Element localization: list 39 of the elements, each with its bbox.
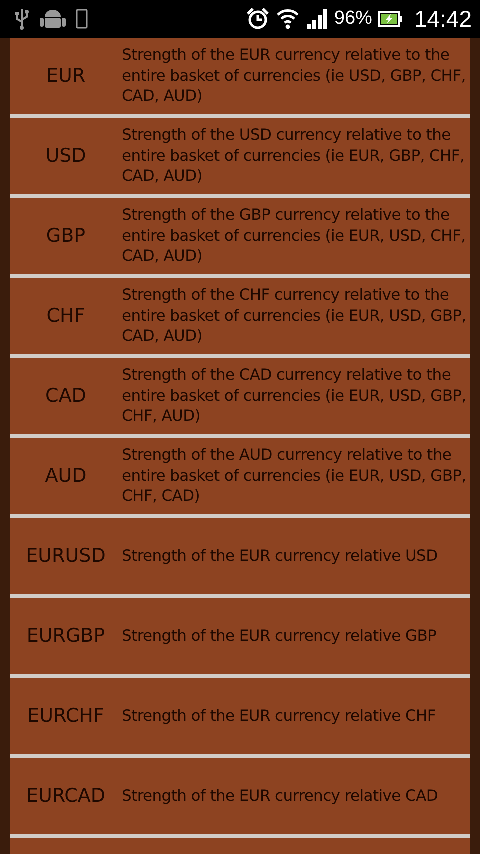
- currency-list-item[interactable]: EUR Strength of the EUR currency relative to the entire basket of currencies (ie USD, GBP, CHF, CAD, AUD): [10, 38, 470, 114]
- currency-description: Strength of the EUR currency relative GBP: [122, 626, 438, 646]
- currency-code: AUD: [44, 465, 88, 487]
- currency-list-item[interactable]: EURCAD Strength of the EUR currency relative CAD: [10, 758, 470, 834]
- currency-list-item[interactable]: EURUSD Strength of the EUR currency relative USD: [10, 518, 470, 594]
- phone-icon: [76, 9, 88, 29]
- currency-code: EURUSD: [25, 545, 107, 567]
- currency-code: EUR: [45, 65, 87, 87]
- currency-description: Strength of the USD currency relative to the entire basket of currencies (ie EUR, GBP, CHF, CAD, AUD): [122, 125, 466, 187]
- currency-description: Strength of the AUD currency relative to the entire basket of currencies (ie EUR, USD, GBP, CHF, CAD): [122, 445, 468, 507]
- currency-description: Strength of the EUR currency relative to the entire basket of currencies (ie USD, GBP, CHF, CAD, AUD): [122, 45, 467, 107]
- signal-icon: [306, 8, 328, 30]
- currency-list-item[interactable]: AUD Strength of the AUD currency relative to the entire basket of currencies (ie EUR, USD, GBP, CHF, CAD): [10, 438, 470, 514]
- currency-code: EURGBP: [26, 625, 106, 647]
- currency-list-item[interactable]: EURCHF Strength of the EUR currency relative CHF: [10, 678, 470, 754]
- alarm-clock-icon: [246, 7, 270, 31]
- currency-list-item[interactable]: CHF Strength of the CHF currency relative to the entire basket of currencies (ie EUR, USD, GBP, CAD, AUD): [10, 278, 470, 354]
- wifi-icon: [276, 8, 300, 30]
- currency-list-item[interactable]: EURGBP Strength of the EUR currency relative GBP: [10, 598, 470, 674]
- battery-charging-icon: [378, 10, 402, 28]
- currency-description: Strength of the EUR currency relative CHF: [122, 706, 437, 726]
- android-icon: [40, 8, 66, 30]
- currency-code: EURCHF: [26, 705, 106, 727]
- currency-code: GBP: [45, 225, 87, 247]
- currency-code: USD: [44, 145, 88, 167]
- currency-list-item[interactable]: CAD Strength of the CAD currency relative to the entire basket of currencies (ie EUR, USD, GBP, CHF, AUD): [10, 358, 470, 434]
- currency-list-item[interactable]: GBP Strength of the GBP currency relative to the entire basket of currencies (ie EUR, USD, CHF, CAD, AUD): [10, 198, 470, 274]
- clock-time: 14:42: [414, 6, 472, 32]
- currency-description: Strength of the GBP currency relative to the entire basket of currencies (ie EUR, USD, CHF, CAD, AUD): [122, 205, 467, 267]
- currency-description: Strength of the EUR currency relative USD: [122, 546, 439, 566]
- currency-list-item[interactable]: USD Strength of the USD currency relative to the entire basket of currencies (ie EUR, GBP, CHF, CAD, AUD): [10, 118, 470, 194]
- currency-description: Strength of the CHF currency relative to the entire basket of currencies (ie EUR, USD, GBP, CAD, AUD): [122, 285, 468, 347]
- currency-description: Strength of the EUR currency relative CAD: [122, 786, 439, 806]
- currency-description: Strength of the CAD currency relative to the entire basket of currencies (ie EUR, USD, GBP, CHF, AUD): [122, 365, 468, 427]
- currency-code: CAD: [44, 385, 88, 407]
- battery-percentage: 96%: [334, 8, 372, 30]
- currency-code: CHF: [46, 305, 86, 327]
- usb-icon: [14, 8, 30, 30]
- currency-code: EURCAD: [25, 785, 107, 807]
